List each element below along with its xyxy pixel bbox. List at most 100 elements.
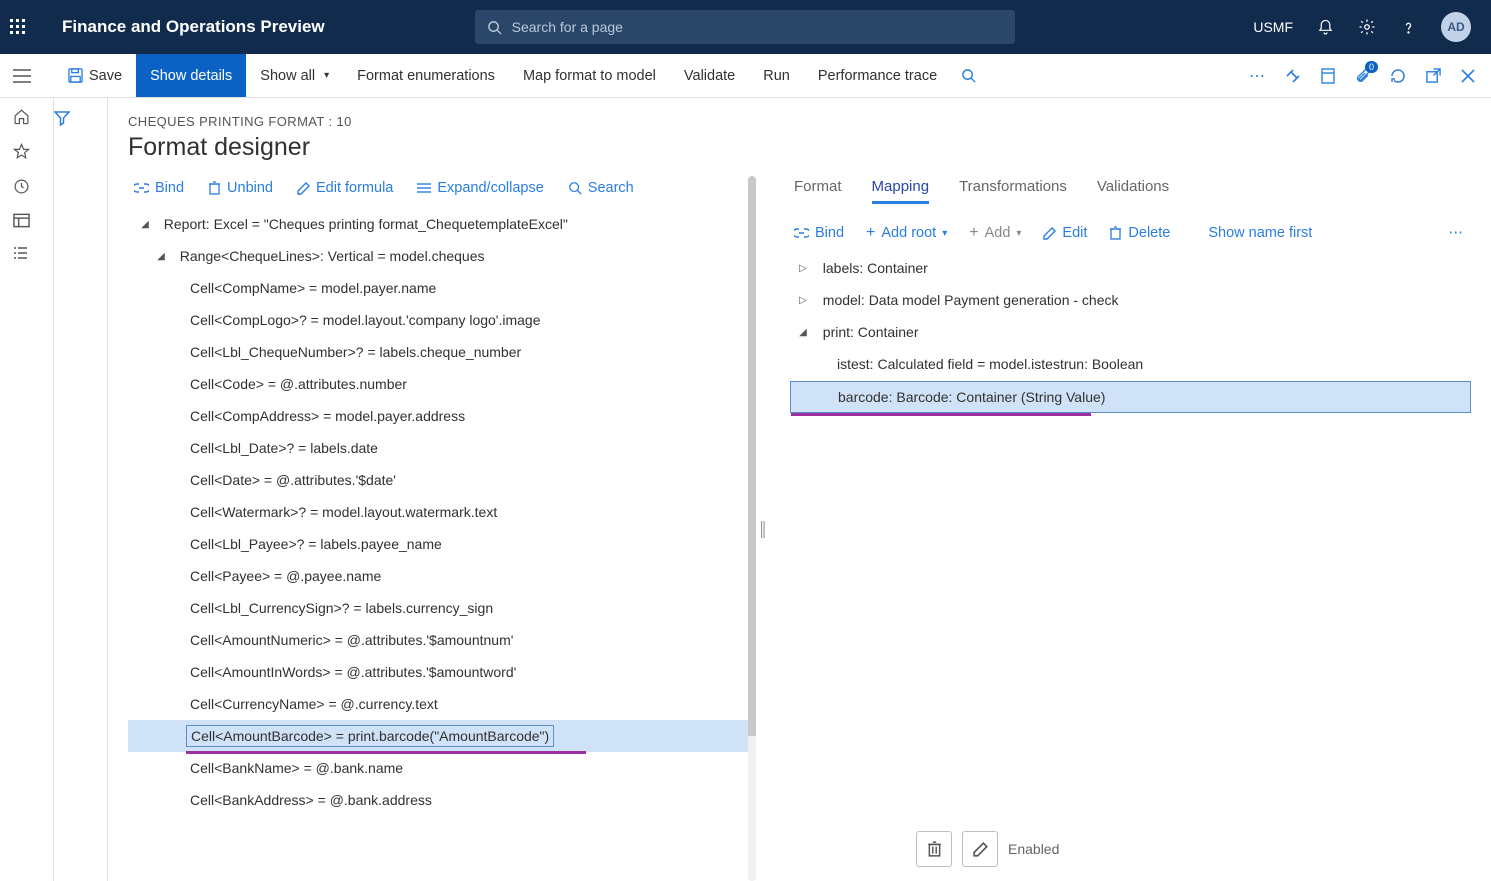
save-button[interactable]: Save [54, 54, 136, 97]
tree-cell-label: Cell<Lbl_Date>? = labels.date [186, 438, 382, 458]
tree-cell[interactable]: Cell<Date> = @.attributes.'$date' [128, 464, 748, 496]
mapping-labels-node[interactable]: ▷ labels: Container [790, 252, 1471, 284]
help-icon[interactable] [1400, 19, 1417, 36]
filter-icon[interactable] [54, 110, 107, 126]
breadcrumb: CHEQUES PRINTING FORMAT : 10 [128, 114, 1471, 129]
tree-cell[interactable]: Cell<Lbl_Date>? = labels.date [128, 432, 748, 464]
avatar[interactable]: AD [1441, 12, 1471, 42]
modules-icon[interactable] [13, 246, 41, 261]
edit-formula-button[interactable]: Edit formula [297, 180, 393, 196]
content: CHEQUES PRINTING FORMAT : 10 Format desi… [108, 98, 1491, 881]
tree-cell[interactable]: Cell<CompLogo>? = model.layout.'company … [128, 304, 748, 336]
tree-cell[interactable]: Cell<Lbl_ChequeNumber>? = labels.cheque_… [128, 336, 748, 368]
close-icon[interactable] [1461, 69, 1475, 83]
run-button[interactable]: Run [749, 54, 804, 97]
tree-cell[interactable]: Cell<BankAddress> = @.bank.address [128, 784, 748, 816]
hamburger-icon[interactable] [13, 69, 41, 83]
footer-actions: Enabled [916, 831, 1059, 867]
mapping-istest-node[interactable]: istest: Calculated field = model.istestr… [790, 348, 1471, 380]
tree-cell[interactable]: Cell<AmountInWords> = @.attributes.'$amo… [128, 656, 748, 688]
page-title: Format designer [128, 133, 1471, 162]
caret-right-icon[interactable]: ▷ [796, 263, 810, 274]
workspace-icon[interactable] [13, 213, 41, 228]
app-topbar: Finance and Operations Preview Search fo… [0, 0, 1491, 54]
mapping-bind-button[interactable]: Bind [794, 225, 844, 241]
caret-right-icon[interactable]: ▷ [796, 295, 810, 306]
star-icon[interactable] [13, 143, 41, 160]
link-icon[interactable] [1285, 68, 1301, 84]
action-bar: Save Show details Show all▾ Format enume… [0, 54, 1491, 98]
tab-mapping[interactable]: Mapping [872, 178, 930, 204]
format-enumerations-button[interactable]: Format enumerations [343, 54, 509, 97]
office-icon[interactable] [1321, 68, 1335, 84]
action-search-icon[interactable] [951, 68, 976, 83]
mapping-more-icon[interactable]: ⋯ [1449, 225, 1464, 241]
plus-icon: + [969, 224, 978, 242]
mapping-model-node[interactable]: ▷ model: Data model Payment generation -… [790, 284, 1471, 316]
tab-transformations[interactable]: Transformations [959, 178, 1067, 204]
filter-column [54, 98, 108, 881]
chevron-down-icon: ▾ [942, 228, 947, 239]
bell-icon[interactable] [1317, 19, 1334, 36]
map-format-button[interactable]: Map format to model [509, 54, 670, 97]
tree-cell-label: Cell<BankName> = @.bank.name [186, 758, 407, 778]
tree-cell[interactable]: Cell<Code> = @.attributes.number [128, 368, 748, 400]
search-icon [487, 20, 502, 35]
tab-format[interactable]: Format [794, 178, 842, 204]
performance-trace-button[interactable]: Performance trace [804, 54, 951, 97]
tree-cell[interactable]: Cell<Payee> = @.payee.name [128, 560, 748, 592]
delete-iconbtn[interactable] [916, 831, 952, 867]
pane-divider[interactable]: ║ [758, 176, 768, 881]
format-tree[interactable]: ◢ Report: Excel = "Cheques printing form… [128, 208, 748, 881]
more-icon[interactable]: ⋯ [1249, 66, 1265, 86]
tree-cell[interactable]: Cell<CompName> = model.payer.name [128, 272, 748, 304]
global-search[interactable]: Search for a page [475, 10, 1015, 44]
tree-cell[interactable]: Cell<BankName> = @.bank.name [128, 752, 748, 784]
validate-button[interactable]: Validate [670, 54, 749, 97]
tab-validations[interactable]: Validations [1097, 178, 1169, 204]
show-all-button[interactable]: Show all▾ [246, 54, 343, 97]
tree-root[interactable]: ◢ Report: Excel = "Cheques printing form… [128, 208, 748, 240]
add-root-button[interactable]: +Add root▾ [866, 224, 947, 242]
home-icon[interactable] [13, 108, 41, 125]
caret-down-icon[interactable]: ◢ [138, 219, 152, 230]
mapping-print-node[interactable]: ◢ print: Container [790, 316, 1471, 348]
tree-cell[interactable]: Cell<AmountBarcode> = print.barcode("Amo… [128, 720, 748, 752]
bind-button[interactable]: Bind [134, 180, 184, 196]
caret-down-icon[interactable]: ◢ [154, 251, 168, 262]
edit-button[interactable]: Edit [1043, 225, 1087, 241]
format-toolbar: Bind Unbind Edit formula Expand/collapse… [128, 176, 748, 208]
refresh-icon[interactable] [1390, 68, 1406, 84]
tree-search-button[interactable]: Search [568, 180, 634, 196]
tree-cell-label: Cell<Lbl_Payee>? = labels.payee_name [186, 534, 446, 554]
waffle-icon[interactable] [10, 19, 44, 35]
plus-icon: + [866, 224, 875, 242]
tree-cell-label: Cell<CurrencyName> = @.currency.text [186, 694, 442, 714]
popout-icon[interactable] [1426, 68, 1441, 83]
mapping-tree[interactable]: ▷ labels: Container ▷ model: Data model … [790, 252, 1471, 881]
tree-cell-label: Cell<CompLogo>? = model.layout.'company … [186, 310, 545, 330]
tree-cell-label: Cell<Date> = @.attributes.'$date' [186, 470, 400, 490]
expand-collapse-button[interactable]: Expand/collapse [417, 180, 543, 196]
tree-cell[interactable]: Cell<Watermark>? = model.layout.watermar… [128, 496, 748, 528]
mapping-barcode-node[interactable]: barcode: Barcode: Container (String Valu… [790, 381, 1471, 413]
unbind-button[interactable]: Unbind [208, 180, 273, 196]
tree-cell-label: Cell<CompName> = model.payer.name [186, 278, 440, 298]
caret-down-icon[interactable]: ◢ [796, 327, 810, 338]
tree-cell[interactable]: Cell<AmountNumeric> = @.attributes.'$amo… [128, 624, 748, 656]
tree-cell[interactable]: Cell<Lbl_Payee>? = labels.payee_name [128, 528, 748, 560]
attach-icon[interactable]: 0 [1355, 68, 1370, 84]
tree-cell[interactable]: Cell<Lbl_CurrencySign>? = labels.currenc… [128, 592, 748, 624]
show-details-button[interactable]: Show details [136, 54, 246, 97]
scrollbar[interactable] [748, 176, 756, 881]
entity-label[interactable]: USMF [1253, 19, 1293, 35]
edit-iconbtn[interactable] [962, 831, 998, 867]
tree-cell[interactable]: Cell<CompAddress> = model.payer.address [128, 400, 748, 432]
tree-cell[interactable]: Cell<CurrencyName> = @.currency.text [128, 688, 748, 720]
tree-cell-label: Cell<Payee> = @.payee.name [186, 566, 385, 586]
gear-icon[interactable] [1358, 18, 1376, 36]
tree-range[interactable]: ◢ Range<ChequeLines>: Vertical = model.c… [128, 240, 748, 272]
clock-icon[interactable] [13, 178, 41, 195]
show-name-first-button[interactable]: Show name first [1208, 225, 1312, 241]
delete-button[interactable]: Delete [1109, 225, 1170, 241]
